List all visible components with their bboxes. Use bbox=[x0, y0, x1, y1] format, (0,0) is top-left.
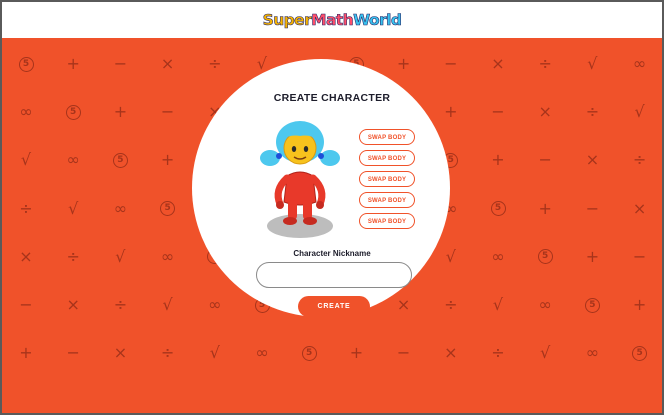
pattern-symbol: × bbox=[444, 343, 458, 363]
pattern-symbol: 5 bbox=[18, 56, 34, 72]
pattern-symbol: + bbox=[538, 198, 552, 218]
pattern-symbol: − bbox=[585, 198, 600, 218]
pattern-symbol: + bbox=[160, 150, 175, 170]
pattern-symbol: ∞ bbox=[538, 295, 552, 314]
pattern-symbol: √ bbox=[162, 295, 173, 314]
pattern-symbol: ÷ bbox=[632, 150, 647, 170]
swap-body-button-2[interactable]: SWAP BODY bbox=[359, 150, 415, 166]
pattern-symbol: + bbox=[632, 295, 647, 314]
pattern-symbol: √ bbox=[20, 150, 32, 170]
pattern-symbol: 5 bbox=[160, 201, 176, 217]
logo-word-2: Math bbox=[311, 11, 354, 30]
top-bar: SuperMathWorld bbox=[2, 2, 662, 38]
pattern-symbol: ÷ bbox=[491, 343, 505, 363]
pattern-symbol: × bbox=[632, 198, 647, 218]
pattern-symbol: × bbox=[160, 54, 175, 73]
pattern-symbol: ÷ bbox=[585, 102, 600, 122]
pattern-symbol: √ bbox=[68, 198, 79, 218]
pattern-symbol: √ bbox=[540, 343, 551, 363]
pattern-symbol: 5 bbox=[112, 152, 128, 168]
pattern-symbol: − bbox=[491, 102, 505, 122]
pattern-symbol: × bbox=[396, 295, 411, 314]
pattern-symbol: × bbox=[113, 343, 128, 363]
pattern-symbol: ÷ bbox=[160, 343, 175, 363]
swap-body-button-5[interactable]: SWAP BODY bbox=[359, 213, 415, 229]
pattern-symbol: √ bbox=[492, 295, 504, 314]
pattern-symbol: ∞ bbox=[19, 102, 33, 122]
pattern-symbol: − bbox=[19, 295, 33, 314]
super-math-world-logo[interactable]: SuperMathWorld bbox=[262, 11, 402, 30]
pattern-symbol: 5 bbox=[584, 297, 600, 313]
character-figure-icon bbox=[260, 121, 340, 238]
pattern-symbol: ÷ bbox=[19, 198, 33, 218]
pattern-symbol: + bbox=[66, 54, 80, 73]
swap-body-button-4[interactable]: SWAP BODY bbox=[359, 192, 415, 208]
page-title: CREATE CHARACTER bbox=[273, 92, 391, 104]
pattern-symbol: × bbox=[491, 54, 505, 73]
pattern-symbol: × bbox=[538, 102, 552, 122]
nickname-label: Character Nickname bbox=[293, 249, 371, 258]
pattern-symbol: + bbox=[491, 150, 505, 170]
pattern-symbol: + bbox=[19, 343, 33, 363]
swap-body-button-3[interactable]: SWAP BODY bbox=[359, 171, 415, 187]
pattern-symbol: ∞ bbox=[255, 343, 269, 363]
swap-body-button-1[interactable]: SWAP BODY bbox=[359, 129, 415, 145]
logo-word-3: World bbox=[353, 11, 402, 30]
pattern-symbol: × bbox=[66, 295, 80, 314]
pattern-symbol: ÷ bbox=[113, 295, 128, 314]
create-button[interactable]: CREATE bbox=[298, 296, 370, 317]
pattern-symbol: − bbox=[396, 343, 411, 363]
pattern-symbol: ∞ bbox=[208, 295, 222, 314]
pattern-symbol: − bbox=[160, 102, 175, 122]
pattern-symbol: √ bbox=[209, 343, 220, 363]
pattern-symbol: + bbox=[113, 102, 128, 122]
pattern-symbol: ∞ bbox=[632, 54, 647, 73]
pattern-symbol: ÷ bbox=[208, 54, 222, 73]
pattern-symbol: √ bbox=[587, 54, 598, 73]
pattern-symbol: √ bbox=[634, 102, 645, 122]
pattern-symbol: ∞ bbox=[113, 198, 128, 218]
pattern-symbol: − bbox=[113, 54, 128, 73]
pattern-symbol: × bbox=[585, 150, 600, 170]
pattern-symbol: + bbox=[444, 102, 458, 122]
pattern-symbol: ∞ bbox=[66, 150, 80, 170]
pattern-symbol: 5 bbox=[632, 345, 648, 361]
pattern-symbol: 5 bbox=[301, 345, 317, 361]
pattern-symbol: + bbox=[349, 343, 364, 363]
pattern-symbol: ∞ bbox=[585, 343, 600, 363]
swap-body-list: SWAP BODY SWAP BODY SWAP BODY SWAP BODY … bbox=[359, 129, 415, 234]
pattern-symbol: ÷ bbox=[538, 54, 552, 73]
pattern-symbol: 5 bbox=[490, 201, 506, 217]
pattern-symbol: + bbox=[396, 54, 411, 73]
nickname-input[interactable] bbox=[256, 262, 412, 288]
pattern-symbol: − bbox=[66, 343, 80, 363]
pattern-symbol: − bbox=[538, 150, 552, 170]
app-window: SuperMathWorld 5 + − × ÷ √ ∞ 5 + − × ÷ √ ∞ ∞ 5 + − × ÷ √ ∞ 5 + −… bbox=[0, 0, 664, 415]
character-avatar bbox=[260, 118, 340, 242]
logo-word-1: Super bbox=[262, 11, 312, 30]
pattern-symbol: − bbox=[444, 54, 458, 73]
pattern-symbol: ÷ bbox=[444, 295, 458, 314]
pattern-symbol: 5 bbox=[65, 104, 81, 120]
